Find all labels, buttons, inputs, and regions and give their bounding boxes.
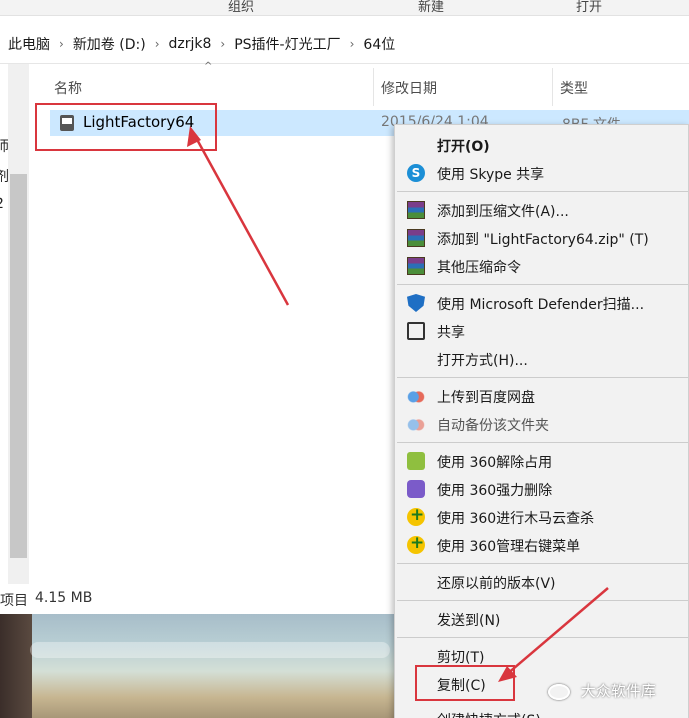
360-delete-icon [407, 480, 425, 498]
menu-item-label: 使用 Microsoft Defender扫描... [437, 297, 645, 313]
baidu-cloud-icon [407, 415, 425, 433]
annotation-box-file [35, 103, 217, 151]
status-items-label: 项目 [0, 593, 28, 609]
menu-item-label: 剪切(T) [437, 650, 485, 666]
menu-item-restore-versions[interactable]: 还原以前的版本(V) [395, 568, 689, 596]
breadcrumb-this-pc[interactable]: 此电脑 [8, 34, 50, 54]
wallpaper-wave [30, 642, 390, 658]
menu-item-label: 自动备份该文件夹 [437, 418, 549, 434]
menu-item-label: 还原以前的版本(V) [437, 576, 556, 592]
column-header-type[interactable]: 类型 [560, 78, 588, 98]
menu-item-add-to-zip[interactable]: 添加到 "LightFactory64.zip" (T) [395, 224, 689, 252]
menu-item-skype-share[interactable]: S 使用 Skype 共享 [395, 159, 689, 187]
menu-item-label: 使用 360解除占用 [437, 455, 553, 471]
winrar-icon [407, 257, 425, 275]
ribbon-group-organize[interactable]: 组织 [228, 0, 254, 15]
skype-icon: S [407, 164, 425, 182]
menu-item-label: 上传到百度网盘 [437, 390, 535, 406]
menu-item-auto-backup[interactable]: 自动备份该文件夹 [395, 410, 689, 438]
menu-separator [397, 284, 688, 285]
360-menu-icon [407, 533, 425, 554]
menu-item-360-trojan-scan[interactable]: 使用 360进行木马云查杀 [395, 503, 689, 531]
menu-item-defender-scan[interactable]: 使用 Microsoft Defender扫描... [395, 289, 689, 317]
column-divider[interactable] [373, 68, 374, 106]
menu-item-label: 使用 360进行木马云查杀 [437, 511, 595, 527]
column-header-row: ^ 名称 修改日期 类型 [30, 61, 689, 108]
menu-item-upload-baidu[interactable]: 上传到百度网盘 [395, 382, 689, 410]
menu-item-send-to[interactable]: 发送到(N) [395, 605, 689, 633]
breadcrumb: 此电脑 › 新加卷 (D:) › dzrjk8 › PS插件-灯光工厂 › 64… [8, 34, 395, 54]
menu-item-label: 打开(O) [437, 139, 490, 155]
navigation-scrollbar[interactable] [8, 64, 29, 584]
share-icon [407, 322, 425, 340]
menu-item-open[interactable]: 打开(O) [395, 131, 689, 159]
menu-item-360-manage-menu[interactable]: 使用 360管理右键菜单 [395, 531, 689, 559]
breadcrumb-dzrjk8[interactable]: dzrjk8 [169, 36, 212, 52]
breadcrumb-drive-d[interactable]: 新加卷 (D:) [73, 34, 146, 54]
menu-separator [397, 442, 688, 443]
menu-item-label: 共享 [437, 325, 465, 341]
menu-item-label: 使用 Skype 共享 [437, 167, 545, 183]
360-scan-icon [407, 505, 425, 526]
watermark: 大众软件库 [548, 680, 656, 701]
menu-separator [397, 377, 688, 378]
chevron-right-icon[interactable]: › [350, 37, 355, 51]
menu-separator [397, 563, 688, 564]
column-divider[interactable] [552, 68, 553, 106]
ribbon-group-new[interactable]: 新建 [418, 0, 444, 15]
baidu-cloud-icon [407, 387, 425, 405]
ribbon-group-open[interactable]: 打开 [576, 0, 602, 15]
navigation-pane[interactable]: 师 剂 2 [0, 64, 9, 584]
breadcrumb-64bit[interactable]: 64位 [363, 34, 395, 54]
menu-item-share[interactable]: 共享 [395, 317, 689, 345]
winrar-icon [407, 229, 425, 247]
menu-separator [397, 191, 688, 192]
menu-separator [397, 600, 688, 601]
menu-item-label: 使用 360强力删除 [437, 483, 553, 499]
menu-separator [397, 637, 688, 638]
winrar-icon [407, 201, 425, 219]
column-header-modified[interactable]: 修改日期 [381, 78, 437, 98]
menu-item-create-shortcut[interactable]: 创建快捷方式(S) [395, 705, 689, 718]
ribbon-group-labels: 组织 新建 打开 [0, 0, 689, 16]
status-selected-size: 4.15 MB [35, 590, 93, 606]
sort-ascending-icon: ^ [204, 61, 213, 72]
menu-item-label: 创建快捷方式(S) [437, 710, 541, 718]
wallpaper-figure [0, 614, 32, 718]
annotation-arrow-file [187, 126, 290, 306]
menu-item-more-compress[interactable]: 其他压缩命令 [395, 252, 689, 280]
360-unlock-icon [407, 452, 425, 470]
address-bar[interactable]: 此电脑 › 新加卷 (D:) › dzrjk8 › PS插件-灯光工厂 › 64… [0, 24, 689, 64]
menu-item-label: 发送到(N) [437, 613, 501, 629]
wechat-icon [548, 683, 570, 700]
menu-item-open-with[interactable]: 打开方式(H)... [395, 345, 689, 373]
nav-item-fragment[interactable]: 2 [0, 196, 4, 212]
watermark-text: 大众软件库 [580, 682, 656, 700]
chevron-right-icon[interactable]: › [155, 37, 160, 51]
menu-item-label: 添加到 "LightFactory64.zip" (T) [437, 232, 649, 248]
menu-item-label: 其他压缩命令 [437, 260, 521, 276]
menu-item-360-unlock[interactable]: 使用 360解除占用 [395, 447, 689, 475]
annotation-box-copy [415, 665, 515, 701]
menu-item-label: 使用 360管理右键菜单 [437, 539, 581, 555]
scrollbar-thumb[interactable] [10, 174, 27, 558]
status-bar: 项目 4.15 MB [0, 586, 394, 614]
menu-item-label: 添加到压缩文件(A)... [437, 204, 569, 220]
menu-item-360-force-delete[interactable]: 使用 360强力删除 [395, 475, 689, 503]
menu-item-label: 打开方式(H)... [437, 353, 528, 369]
chevron-right-icon[interactable]: › [59, 37, 64, 51]
breadcrumb-lightfactory-plugin[interactable]: PS插件-灯光工厂 [234, 34, 340, 54]
chevron-right-icon[interactable]: › [220, 37, 225, 51]
menu-item-add-to-archive[interactable]: 添加到压缩文件(A)... [395, 196, 689, 224]
defender-shield-icon [407, 294, 425, 312]
context-menu: 打开(O) S 使用 Skype 共享 添加到压缩文件(A)... 添加到 "L… [394, 124, 689, 718]
column-header-name[interactable]: 名称 [54, 78, 82, 98]
